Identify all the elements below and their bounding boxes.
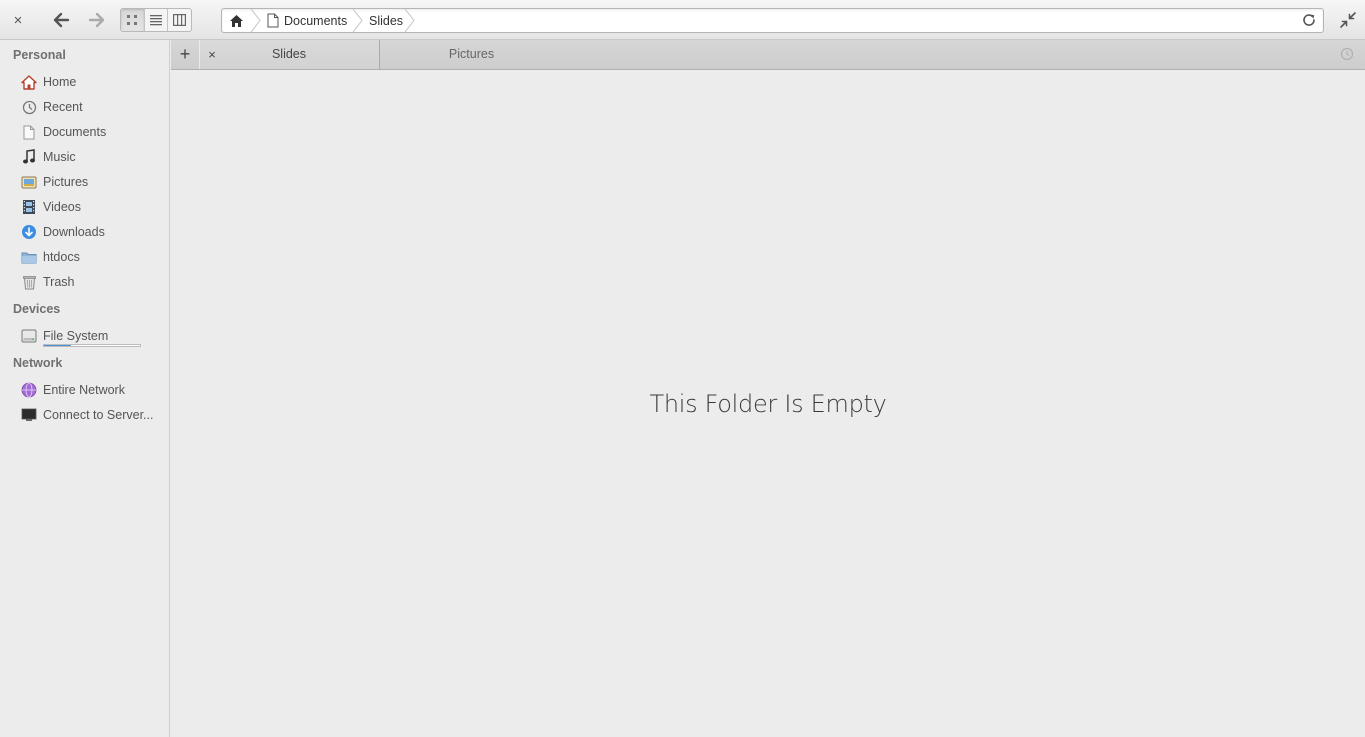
sidebar-heading-network: Network (13, 356, 63, 370)
sidebar-item-label: Entire Network (43, 383, 125, 397)
sidebar-item-pictures[interactable]: Pictures (20, 171, 165, 193)
sidebar-item-music[interactable]: Music (20, 146, 165, 168)
breadcrumb-documents[interactable]: Documents (267, 9, 347, 32)
breadcrumb-label: Documents (284, 13, 348, 28)
go-previous-icon (53, 12, 70, 28)
list-view-icon (150, 15, 162, 26)
harddisk-icon (20, 327, 38, 345)
window-restore-icon[interactable] (1339, 11, 1357, 29)
empty-folder-message: This Folder Is Empty (649, 390, 887, 418)
breadcrumb-label: Slides (369, 13, 404, 28)
breadcrumb-separator-icon (404, 9, 415, 32)
sidebar-item-documents[interactable]: Documents (20, 121, 165, 143)
refresh-icon[interactable] (1301, 12, 1317, 28)
close-window-button[interactable]: × (8, 10, 28, 30)
tab-bar: + Slides × Pictures (171, 40, 1365, 70)
sidebar-item-label: Documents (43, 125, 107, 139)
tab-pictures[interactable]: Pictures (381, 40, 562, 69)
server-icon (20, 406, 38, 424)
trash-icon (20, 273, 38, 291)
disk-usage-bar (43, 344, 141, 347)
sidebar-heading-devices: Devices (13, 302, 61, 316)
sidebar-item-label: Connect to Server... (43, 408, 154, 422)
sidebar-item-videos[interactable]: Videos (20, 196, 165, 218)
tab-label: Pictures (448, 47, 495, 61)
downloads-icon (20, 223, 38, 241)
forward-button[interactable] (84, 8, 110, 32)
sidebar-item-label: Home (43, 75, 77, 89)
sidebar-item-label: Pictures (43, 175, 89, 189)
music-icon (20, 148, 38, 166)
video-icon (20, 198, 38, 216)
icon-view-icon (127, 15, 138, 25)
list-view-button[interactable] (145, 9, 169, 31)
sidebar-item-label: Trash (43, 275, 75, 289)
home-icon (20, 73, 38, 91)
recent-icon (20, 98, 38, 116)
breadcrumb-separator-icon (250, 9, 261, 32)
location-bar[interactable]: Documents Slides (221, 8, 1324, 33)
view-mode-switcher (120, 8, 192, 32)
tab-slides[interactable]: Slides × (199, 40, 380, 69)
sidebar-item-trash[interactable]: Trash (20, 271, 165, 293)
sidebar-item-downloads[interactable]: Downloads (20, 221, 165, 243)
network-icon (20, 381, 38, 399)
sidebar-item-label: Music (43, 150, 76, 164)
sidebar-item-label: Downloads (43, 225, 105, 239)
back-button[interactable] (48, 8, 74, 32)
sidebar: Personal Home Recent Documents Music Pic… (0, 40, 170, 737)
tab-label: Slides (271, 47, 307, 61)
header-bar: × Documents Slides (0, 0, 1365, 40)
tab-close-button[interactable]: × (205, 47, 219, 62)
file-view[interactable]: This Folder Is Empty (171, 70, 1365, 737)
pictures-icon (20, 173, 38, 191)
sidebar-item-entire-network[interactable]: Entire Network (20, 379, 165, 401)
sidebar-item-label: Videos (43, 200, 81, 214)
sidebar-heading-personal: Personal (13, 48, 66, 62)
document-icon (267, 13, 279, 28)
sidebar-item-recent[interactable]: Recent (20, 96, 165, 118)
sidebar-item-label: Recent (43, 100, 83, 114)
column-view-button[interactable] (168, 9, 191, 31)
sidebar-item-home[interactable]: Home (20, 71, 165, 93)
home-icon (229, 14, 243, 27)
sidebar-item-file-system[interactable]: File System (20, 325, 165, 347)
folder-icon (20, 248, 38, 266)
sidebar-item-connect-to-server[interactable]: Connect to Server... (20, 404, 165, 426)
document-icon (20, 123, 38, 141)
breadcrumb-home[interactable] (222, 9, 250, 32)
disk-usage-fill (44, 345, 71, 346)
sidebar-item-label: File System (43, 329, 109, 343)
new-tab-button[interactable]: + (171, 40, 200, 69)
go-next-icon (88, 12, 105, 28)
closed-tabs-history-icon[interactable] (1340, 47, 1354, 61)
sidebar-item-label: htdocs (43, 250, 80, 264)
column-view-icon (173, 14, 187, 26)
icon-view-button[interactable] (121, 9, 145, 31)
sidebar-item-htdocs[interactable]: htdocs (20, 246, 165, 268)
breadcrumb-separator-icon (352, 9, 363, 32)
breadcrumb-slides[interactable]: Slides (369, 9, 403, 32)
